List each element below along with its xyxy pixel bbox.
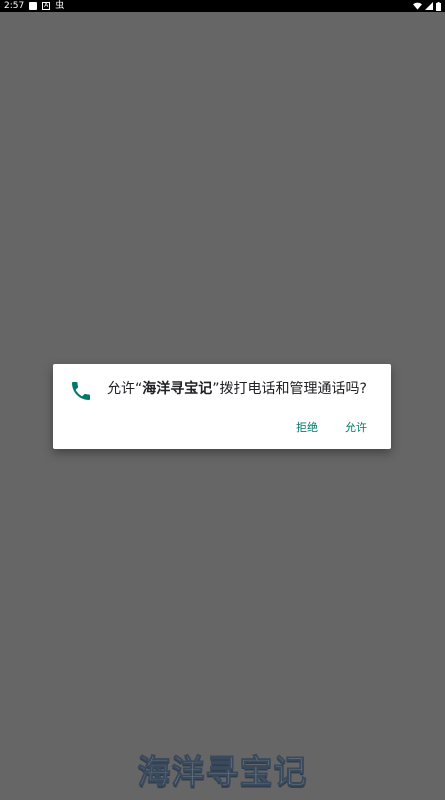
square-icon [29,2,38,10]
message-prefix: 允许“ [107,381,143,397]
wifi-icon [413,2,422,10]
permission-dialog: 允许“海洋寻宝记”拨打电话和管理通话吗? 拒绝 允许 [53,364,391,449]
status-left: 2:57 A 虫 [4,0,64,12]
app-screen: 2:57 A 虫 允许“海洋寻宝记”拨打电话和管理通话吗? 拒绝 允许 海洋寻宝… [0,0,445,800]
app-name: 海洋寻宝记 [142,381,213,397]
status-right [413,0,441,12]
bug-icon: 虫 [55,1,65,11]
phone-icon [69,379,93,403]
dialog-message: 允许“海洋寻宝记”拨打电话和管理通话吗? [107,380,367,398]
status-time: 2:57 [4,1,25,11]
battery-icon [436,1,441,11]
dialog-actions: 拒绝 允许 [296,419,367,435]
game-logo: 海洋寻宝记 [137,752,308,792]
deny-button[interactable]: 拒绝 [296,419,318,435]
message-suffix: ”拨打电话和管理通话吗? [212,381,367,397]
a-icon: A [42,2,51,10]
status-bar: 2:57 A 虫 [0,0,445,12]
signal-icon [425,2,433,10]
allow-button[interactable]: 允许 [345,419,367,435]
